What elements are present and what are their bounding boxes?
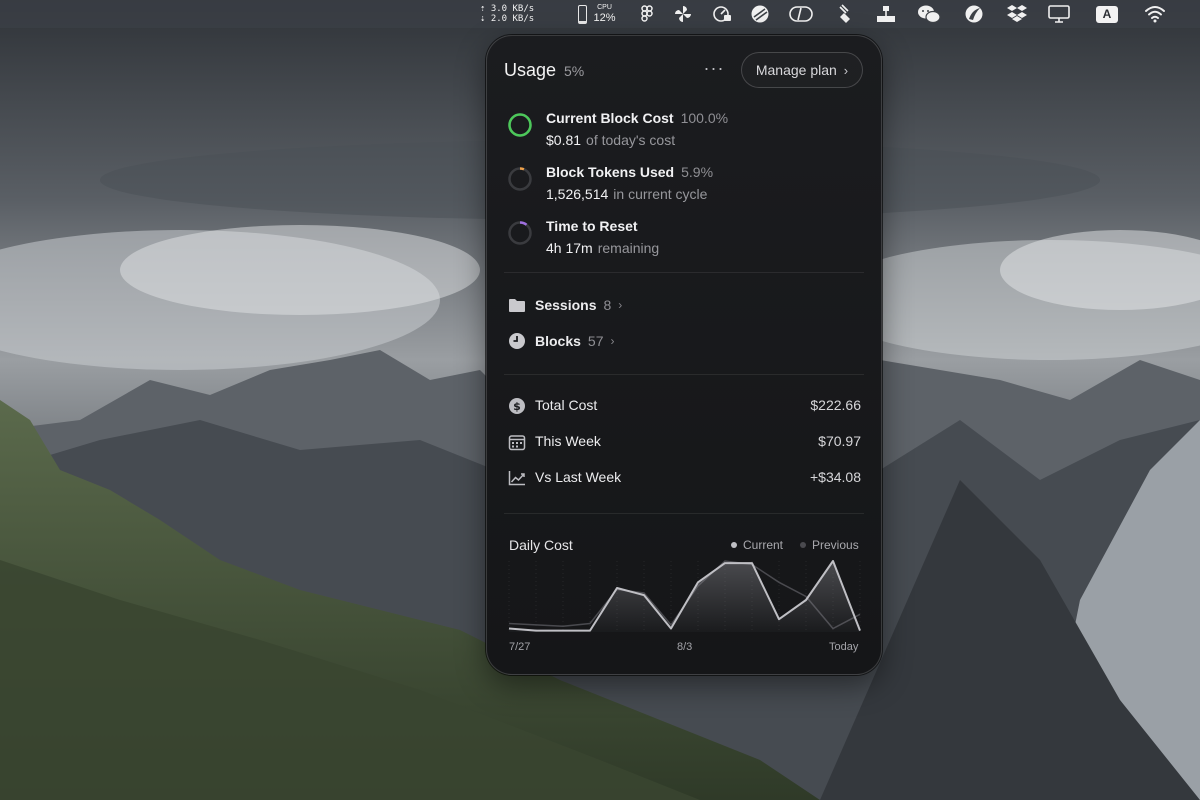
this-week-label: This Week [535, 433, 601, 449]
progress-ring-icon [508, 113, 532, 137]
block-tokens-row: Block Tokens Used 5.9% 1,526,514 in curren… [507, 164, 863, 210]
legend-dot-current-icon [731, 542, 737, 548]
series-previous-line [508, 560, 861, 630]
download-arrow-icon: ⇣ [480, 14, 486, 24]
stat-suffix: of today's cost [586, 132, 676, 148]
usage-panel: Usage 5% ··· Manage plan › Current Block… [486, 35, 882, 675]
legend-dot-previous-icon [800, 542, 806, 548]
progress-ring-icon [508, 221, 532, 245]
chevron-right-icon: › [610, 334, 615, 348]
stat-title: Current Block Cost [546, 110, 674, 126]
stat-suffix: in current cycle [613, 186, 708, 202]
vs-last-week-row: Vs Last Week +$34.08 [507, 466, 861, 490]
net-up-value: 3.0 KB/s [490, 4, 535, 14]
chevron-right-icon: › [843, 62, 849, 78]
vs-last-week-label: Vs Last Week [535, 469, 622, 485]
blocks-count: 57 [587, 333, 604, 349]
legend-current-label: Current [743, 538, 784, 552]
speedometer-lock-icon[interactable] [710, 0, 734, 28]
dollar-icon: $ [507, 396, 527, 416]
broom-icon[interactable] [834, 0, 858, 28]
series-current-line [508, 560, 861, 632]
sessions-link[interactable]: Sessions 8 › [507, 293, 622, 317]
chart-title: Daily Cost [509, 537, 573, 553]
svg-text:$: $ [513, 400, 521, 413]
more-options-button[interactable]: ··· [701, 58, 727, 82]
usage-percent: 5% [564, 63, 585, 79]
stat-percent: 100.0% [680, 110, 729, 126]
network-speed-monitor[interactable]: ⇡ 3.0 KB/s ⇣ 2.0 KB/s [480, 0, 546, 28]
series-current-area [509, 561, 860, 632]
cpu-monitor[interactable]: CPU 12% [576, 0, 618, 28]
legend-previous: Previous [800, 538, 859, 552]
cpu-value: 12% [593, 12, 616, 24]
current-block-cost-row: Current Block Cost 100.0% $0.81 of today's… [507, 110, 863, 156]
upload-arrow-icon: ⇡ [480, 4, 486, 14]
net-down-value: 2.0 KB/s [490, 14, 535, 24]
time-to-reset-row: Time to Reset 4h 17m remaining [507, 218, 863, 264]
sessions-label: Sessions [535, 297, 597, 313]
blocks-link[interactable]: Blocks 57 › [507, 329, 615, 353]
display-icon[interactable] [1046, 0, 1072, 28]
x-tick-label: Today [829, 641, 859, 653]
x-tick-label: 7/27 [509, 641, 531, 653]
stat-value: 4h 17m [546, 240, 593, 256]
sessions-count: 8 [603, 297, 612, 313]
stat-title: Time to Reset [546, 218, 638, 234]
input-source-badge: A [1096, 5, 1118, 23]
wechat-icon[interactable] [916, 0, 942, 28]
dual-circle-icon[interactable] [788, 0, 814, 28]
cpu-gauge-icon [578, 4, 588, 24]
browser-icon[interactable] [962, 0, 986, 28]
wifi-icon[interactable] [1142, 0, 1168, 28]
stat-title: Block Tokens Used [546, 164, 675, 180]
trend-up-icon [507, 468, 527, 488]
blocks-label: Blocks [535, 333, 581, 349]
clock-icon [507, 331, 527, 351]
total-cost-label: Total Cost [535, 397, 598, 413]
stat-percent: 5.9% [681, 164, 714, 180]
menu-bar: ⇡ 3.0 KB/s ⇣ 2.0 KB/s CPU 12% A [0, 0, 1200, 28]
folder-icon [507, 295, 527, 315]
figma-icon[interactable] [638, 0, 656, 28]
manage-plan-button[interactable]: Manage plan › [741, 52, 863, 88]
legend-current: Current [731, 538, 783, 552]
divider [504, 374, 864, 375]
network-nodes-icon[interactable] [874, 0, 898, 28]
this-week-value: $70.97 [818, 433, 861, 449]
slash-circle-icon[interactable] [748, 0, 772, 28]
total-cost-value: $222.66 [810, 397, 861, 413]
legend-previous-label: Previous [812, 538, 859, 552]
this-week-row: This Week $70.97 [507, 430, 861, 454]
chevron-right-icon: › [618, 298, 623, 312]
cpu-label: CPU [597, 4, 612, 11]
desktop-wallpaper: ⇡ 3.0 KB/s ⇣ 2.0 KB/s CPU 12% A Usage 5%… [0, 0, 1200, 800]
input-source-indicator[interactable]: A [1094, 0, 1120, 28]
panel-title: Usage [504, 60, 557, 80]
divider [504, 513, 864, 514]
stat-suffix: remaining [597, 240, 660, 256]
stat-value: 1,526,514 [546, 186, 609, 202]
manage-plan-label: Manage plan [755, 62, 837, 78]
total-cost-row: $ Total Cost $222.66 [507, 394, 861, 418]
calendar-icon [507, 432, 527, 452]
vs-last-week-value: +$34.08 [810, 469, 861, 485]
progress-ring-icon [508, 167, 532, 191]
divider [504, 272, 864, 273]
x-tick-label: 8/3 [677, 641, 693, 653]
stat-value: $0.81 [546, 132, 582, 148]
pinwheel-icon[interactable] [672, 0, 694, 28]
dropbox-icon[interactable] [1004, 0, 1030, 28]
